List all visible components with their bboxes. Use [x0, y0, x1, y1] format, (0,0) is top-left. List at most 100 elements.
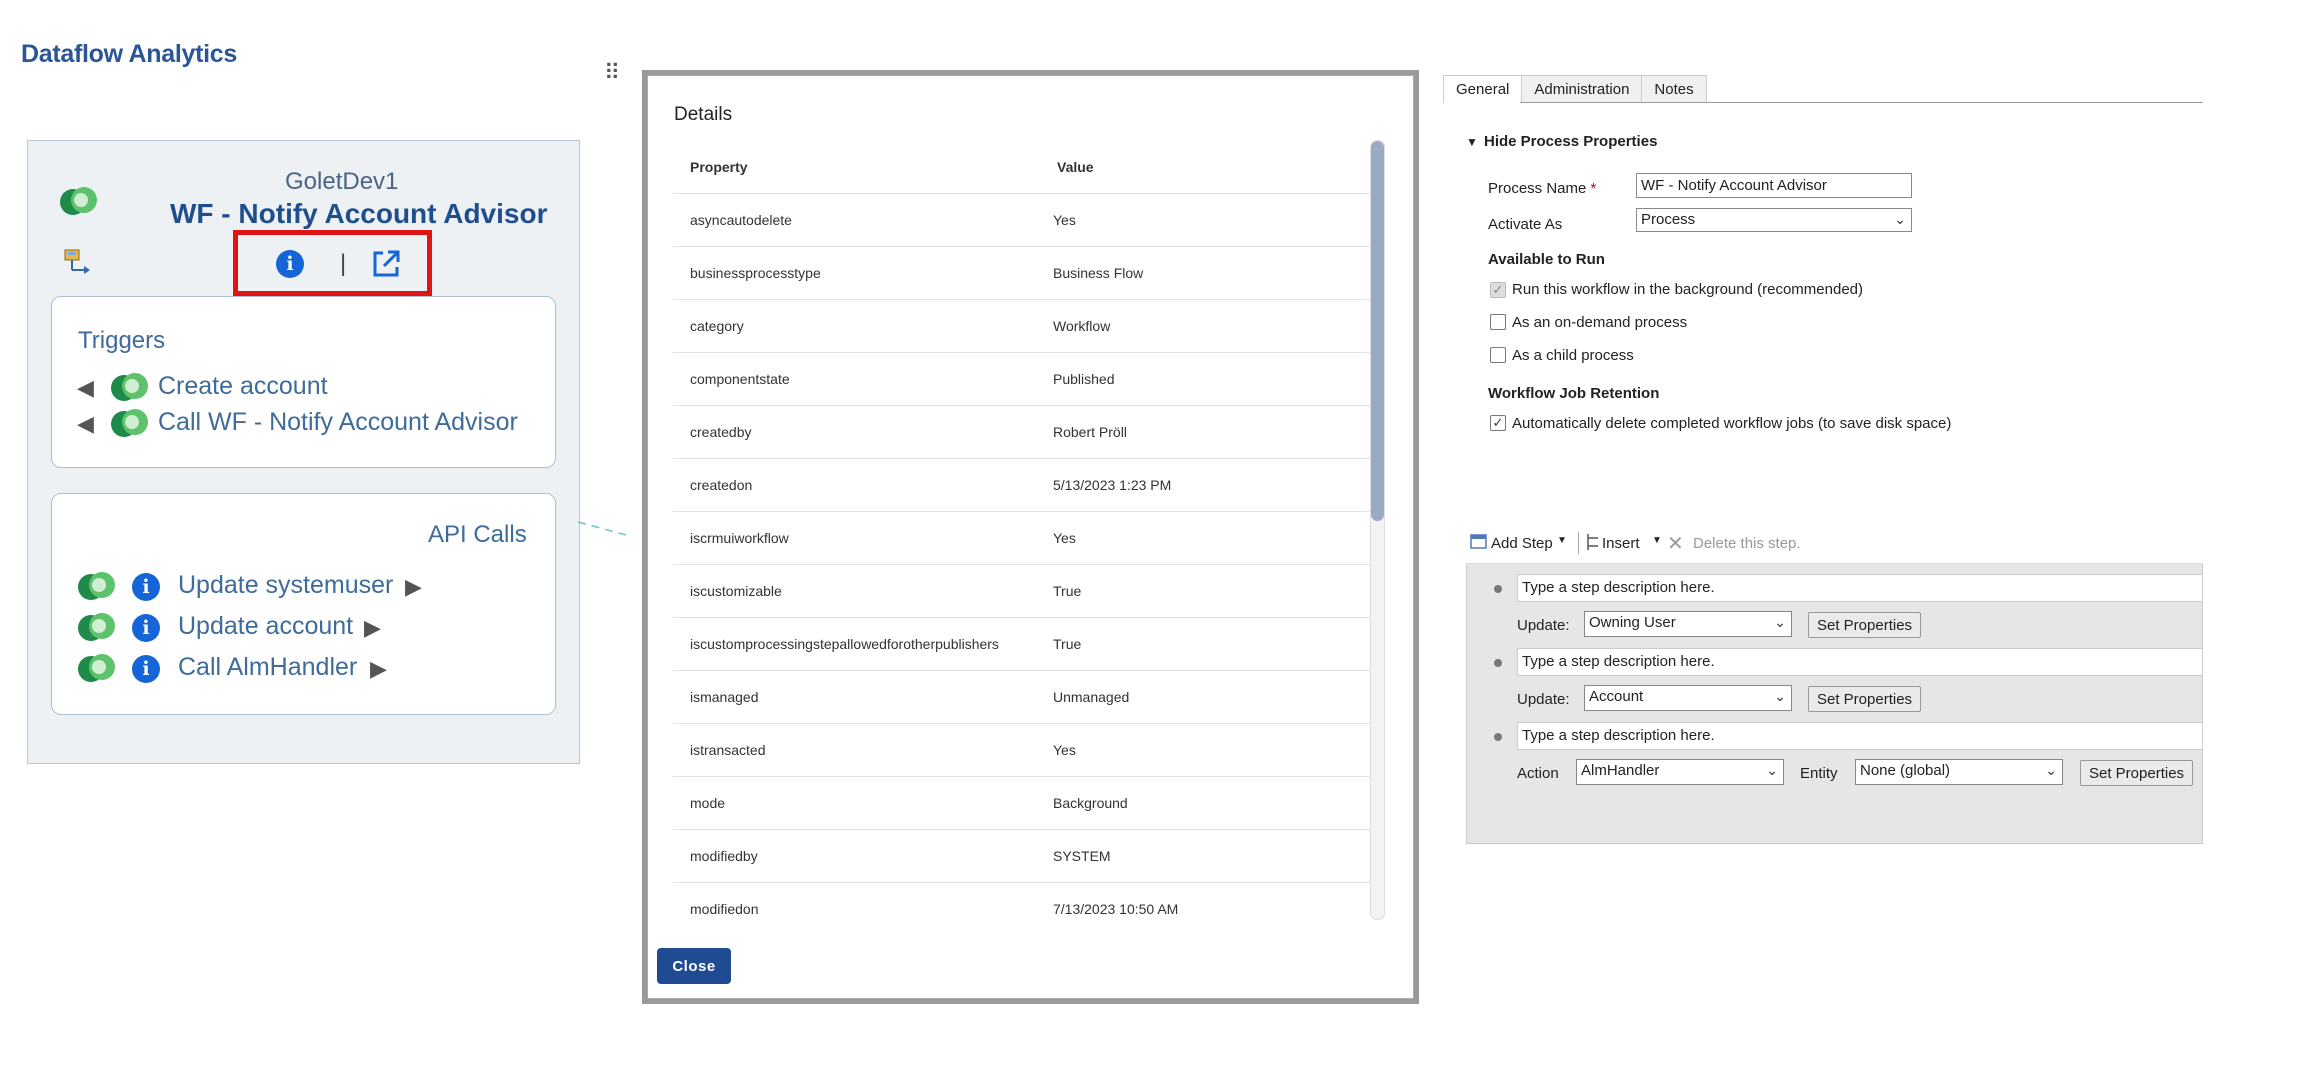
run-background-checkbox: ✓: [1490, 282, 1506, 298]
step-kind-label: Update:: [1517, 617, 1570, 634]
add-step-button[interactable]: Add Step: [1491, 535, 1553, 552]
trigger-item[interactable]: Call WF - Notify Account Advisor: [158, 408, 518, 437]
value-cell: Background: [1040, 776, 1370, 830]
property-cell: createdon: [673, 458, 1040, 512]
insert-icon: [1585, 532, 1601, 552]
chevron-down-icon: ⌄: [1894, 211, 1906, 227]
drag-handle-icon[interactable]: ⠿: [604, 62, 620, 84]
steps-toolbar: [1466, 522, 2203, 564]
api-call-item[interactable]: Update account: [178, 612, 353, 641]
tab-general[interactable]: General: [1443, 75, 1523, 103]
value-cell: Business Flow: [1040, 246, 1370, 300]
on-demand-label: As an on-demand process: [1512, 314, 1688, 331]
chevron-down-icon[interactable]: ▼: [1652, 535, 1662, 546]
property-cell: category: [673, 299, 1040, 353]
step-description-input[interactable]: Type a step description here.: [1517, 648, 2203, 676]
outgoing-arrow-icon: ▶: [405, 574, 422, 599]
toolbar-divider: [1578, 532, 1579, 554]
child-process-checkbox[interactable]: [1490, 347, 1506, 363]
property-cell: iscrmuiworkflow: [673, 511, 1040, 565]
property-cell: modifiedby: [673, 829, 1040, 883]
step-target-select[interactable]: Account ⌄: [1584, 685, 1792, 711]
outgoing-arrow-icon: ▶: [364, 615, 381, 640]
entity-select[interactable]: None (global) ⌄: [1855, 759, 2063, 785]
tab-administration[interactable]: Administration: [1521, 75, 1643, 103]
step-description-input[interactable]: Type a step description here.: [1517, 722, 2203, 750]
value-cell: Workflow: [1040, 299, 1370, 353]
node-title: WF - Notify Account Advisor: [170, 198, 548, 229]
value-cell: Published: [1040, 352, 1370, 406]
form-tabs: General Administration Notes: [1443, 75, 1707, 103]
dataverse-logo-icon: [60, 186, 97, 216]
property-cell: businessprocesstype: [673, 246, 1040, 300]
process-name-input[interactable]: [1636, 173, 1912, 198]
required-star-icon: *: [1590, 180, 1597, 197]
collapse-triangle-icon[interactable]: ▼: [1466, 135, 1478, 149]
api-call-item[interactable]: Update systemuser: [178, 571, 393, 600]
api-calls-title: API Calls: [428, 521, 527, 548]
property-cell: componentstate: [673, 352, 1040, 406]
value-cell: Yes: [1040, 511, 1370, 565]
chevron-down-icon[interactable]: ▼: [1557, 535, 1567, 546]
value-cell: Unmanaged: [1040, 670, 1370, 724]
table-row: mode Background: [673, 776, 1370, 830]
close-button[interactable]: Close: [657, 948, 731, 984]
value-cell: 7/13/2023 10:50 AM: [1040, 882, 1370, 920]
column-header-property: Property: [673, 140, 1040, 194]
table-row: category Workflow: [673, 299, 1370, 353]
process-name-label: Process Name *: [1488, 180, 1597, 197]
step-description-input[interactable]: Type a step description here.: [1517, 574, 2203, 602]
table-row: iscustomizable True: [673, 564, 1370, 618]
steps-editor: [1466, 522, 2203, 844]
step-target-select[interactable]: Owning User ⌄: [1584, 611, 1792, 637]
property-cell: mode: [673, 776, 1040, 830]
delete-step-button[interactable]: Delete this step.: [1693, 535, 1801, 552]
activate-as-value: Process: [1641, 211, 1696, 228]
info-icon[interactable]: i: [276, 250, 304, 278]
entity-label: Entity: [1800, 765, 1838, 782]
table-row: createdon 5/13/2023 1:23 PM: [673, 458, 1370, 512]
table-row: iscrmuiworkflow Yes: [673, 511, 1370, 565]
set-properties-button[interactable]: Set Properties: [1808, 612, 1922, 638]
child-process-label: As a child process: [1512, 347, 1634, 364]
open-external-icon[interactable]: [371, 249, 401, 279]
step-bullet: [1494, 733, 1502, 741]
api-call-item[interactable]: Call AlmHandler: [178, 653, 357, 682]
value-cell: True: [1040, 617, 1370, 671]
step-bullet: [1494, 659, 1502, 667]
set-properties-button[interactable]: Set Properties: [1808, 686, 1922, 712]
step-target-value: Account: [1589, 688, 1644, 705]
highlight-box: [233, 230, 432, 296]
details-table-container[interactable]: Property Value asyncautodelete Yes busine…: [673, 140, 1370, 920]
triggers-title: Triggers: [78, 327, 166, 354]
activate-as-select[interactable]: Process ⌄: [1636, 208, 1912, 232]
property-cell: createdby: [673, 405, 1040, 459]
tab-notes[interactable]: Notes: [1641, 75, 1707, 103]
value-cell: 5/13/2023 1:23 PM: [1040, 458, 1370, 512]
action-select[interactable]: AlmHandler ⌄: [1576, 759, 1784, 785]
dataverse-logo-icon: [78, 571, 115, 601]
step-target-value: Owning User: [1589, 614, 1676, 631]
scrollbar-thumb[interactable]: [1371, 141, 1384, 521]
table-row: asyncautodelete Yes: [673, 193, 1370, 247]
value-cell: SYSTEM: [1040, 829, 1370, 883]
property-cell: modifiedon: [673, 882, 1040, 920]
add-step-icon: [1470, 533, 1488, 551]
on-demand-checkbox[interactable]: [1490, 314, 1506, 330]
dataverse-logo-icon: [78, 612, 115, 642]
info-icon[interactable]: i: [132, 655, 160, 683]
icon-divider: |: [340, 250, 347, 277]
insert-button[interactable]: Insert: [1602, 535, 1640, 552]
workflow-icon: [62, 248, 92, 276]
auto-delete-checkbox[interactable]: ✓: [1490, 415, 1506, 431]
auto-delete-label: Automatically delete completed workflow …: [1512, 415, 1952, 432]
table-row: ismanaged Unmanaged: [673, 670, 1370, 724]
trigger-item[interactable]: Create account: [158, 372, 328, 401]
action-value: AlmHandler: [1581, 762, 1660, 779]
chevron-down-icon: ⌄: [1766, 762, 1778, 778]
section-toggle-label[interactable]: Hide Process Properties: [1484, 133, 1657, 150]
set-properties-button[interactable]: Set Properties: [2080, 760, 2194, 786]
info-icon[interactable]: i: [132, 573, 160, 601]
property-cell: istransacted: [673, 723, 1040, 777]
info-icon[interactable]: i: [132, 614, 160, 642]
